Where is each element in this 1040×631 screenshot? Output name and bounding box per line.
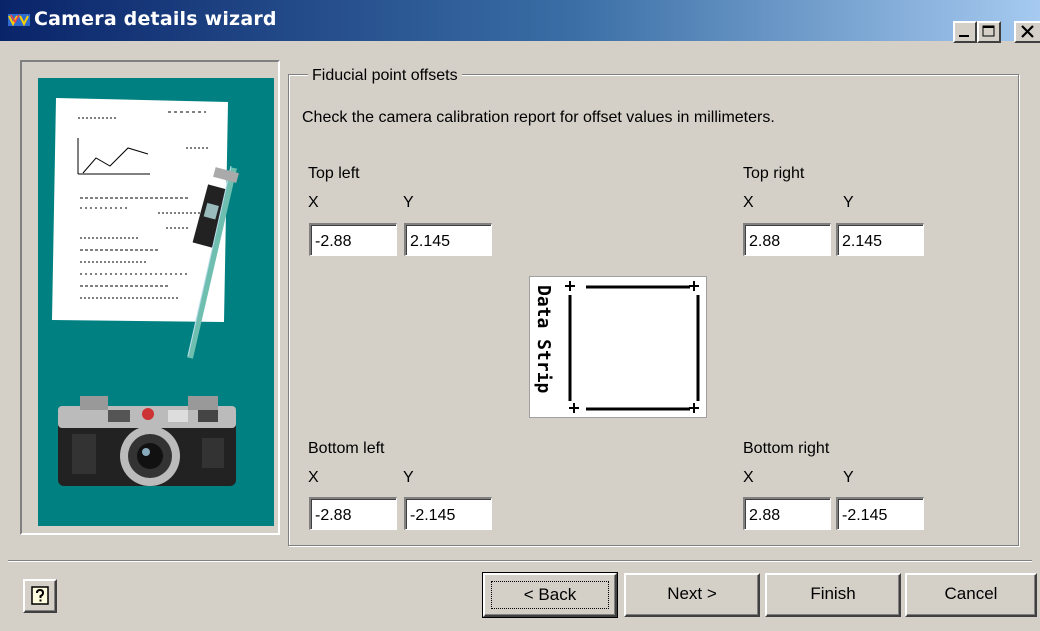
finish-button[interactable]: Finish (765, 573, 901, 617)
app-icon (8, 11, 30, 29)
maximize-button[interactable] (977, 21, 1001, 43)
top-right-y-input[interactable] (836, 223, 924, 256)
top-right-x-label: X (743, 194, 754, 211)
top-right-label: Top right (743, 165, 805, 182)
top-left-y-input[interactable] (404, 223, 492, 256)
close-button[interactable] (1014, 21, 1040, 43)
calibration-report-camera-illustration (52, 98, 239, 486)
top-left-x-label: X (308, 194, 319, 211)
top-left-x-input[interactable] (309, 223, 397, 256)
close-icon (1021, 25, 1034, 38)
minimize-icon (959, 35, 969, 37)
back-button-label: < Back (491, 581, 609, 609)
cancel-button[interactable]: Cancel (905, 573, 1037, 617)
fiducial-diagram: Data Strip (529, 276, 707, 418)
next-button[interactable]: Next > (624, 573, 760, 617)
top-left-label: Top left (308, 165, 360, 182)
bottom-right-x-label: X (743, 469, 754, 486)
minimize-button[interactable] (953, 21, 977, 43)
title-bar[interactable]: Camera details wizard (0, 0, 1040, 43)
help-icon (31, 586, 49, 605)
bottom-left-x-label: X (308, 469, 319, 486)
bottom-right-y-label: Y (843, 469, 854, 486)
bottom-left-label: Bottom left (308, 440, 385, 457)
bottom-right-y-input[interactable] (836, 497, 924, 530)
top-right-x-input[interactable] (743, 223, 831, 256)
data-strip-label: Data Strip (533, 285, 554, 394)
window-title: Camera details wizard (34, 8, 277, 30)
top-right-y-label: Y (843, 194, 854, 211)
group-legend: Fiducial point offsets (308, 67, 462, 85)
bottom-left-y-label: Y (403, 469, 414, 486)
bottom-right-x-input[interactable] (743, 497, 831, 530)
top-left-y-label: Y (403, 194, 414, 211)
back-button[interactable]: < Back (482, 572, 618, 618)
wizard-illustration (38, 78, 274, 526)
instruction-text: Check the camera calibration report for … (302, 109, 775, 126)
footer-separator (8, 560, 1032, 562)
bottom-left-x-input[interactable] (309, 497, 397, 530)
help-button[interactable] (23, 579, 57, 613)
bottom-right-label: Bottom right (743, 440, 830, 457)
fiducial-frame-drawing (565, 281, 700, 413)
bottom-left-y-input[interactable] (404, 497, 492, 530)
wizard-illustration-panel (20, 60, 280, 535)
